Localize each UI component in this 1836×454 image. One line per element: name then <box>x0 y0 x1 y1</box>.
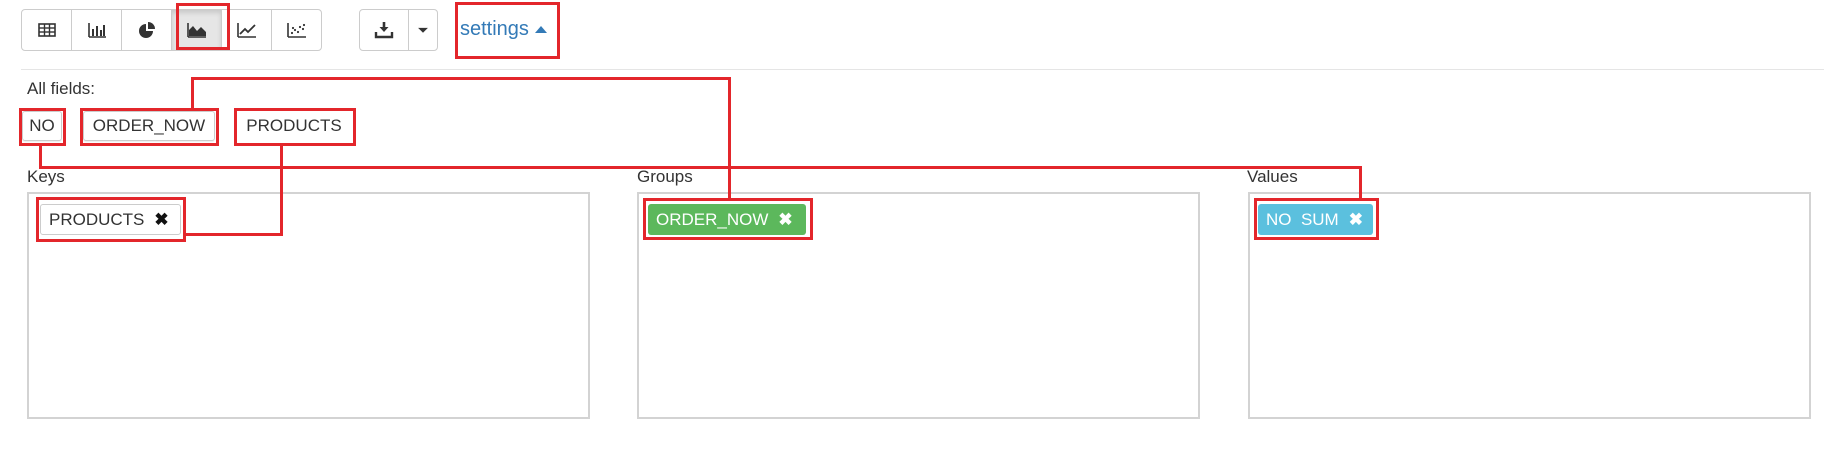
field-chip-label: NO <box>29 116 55 135</box>
caret-up-icon <box>534 26 547 33</box>
remove-icon[interactable]: ✖ <box>778 210 792 230</box>
field-chip-order-now[interactable]: ORDER_NOW <box>83 111 215 141</box>
scatter-chart-icon <box>286 23 306 38</box>
table-view-button[interactable] <box>21 9 72 51</box>
keys-pill-products[interactable]: PRODUCTS ✖ <box>40 204 181 235</box>
field-chip-label: PRODUCTS <box>246 116 342 135</box>
table-icon <box>37 23 56 37</box>
groups-pill-order-now[interactable]: ORDER_NOW ✖ <box>648 204 806 235</box>
settings-label: settings <box>460 18 529 40</box>
download-icon <box>374 22 394 39</box>
caret-down-icon <box>418 27 428 33</box>
download-button[interactable] <box>359 9 409 51</box>
pie-chart-icon <box>138 22 155 38</box>
pill-label: ORDER_NOW <box>656 209 769 229</box>
connector-line <box>728 77 731 199</box>
line-chart-icon <box>236 23 256 38</box>
connector-line <box>39 145 42 169</box>
download-button-group <box>359 9 438 51</box>
area-chart-button[interactable] <box>171 9 222 51</box>
connector-line <box>191 77 731 80</box>
scatter-chart-button[interactable] <box>271 9 322 51</box>
pill-label: NO SUM <box>1266 209 1339 229</box>
pill-label: PRODUCTS <box>49 209 145 229</box>
pie-chart-button[interactable] <box>121 9 172 51</box>
field-chip-label: ORDER_NOW <box>92 116 206 135</box>
line-chart-button[interactable] <box>221 9 272 51</box>
view-type-button-group <box>21 9 322 51</box>
keys-label: Keys <box>27 167 65 186</box>
divider <box>21 69 1824 70</box>
remove-icon[interactable]: ✖ <box>154 210 168 230</box>
values-label: Values <box>1247 167 1298 186</box>
groups-label: Groups <box>637 167 693 186</box>
field-chip-no[interactable]: NO <box>22 111 62 141</box>
field-chip-products[interactable]: PRODUCTS <box>238 111 350 141</box>
connector-line <box>191 77 194 111</box>
settings-toggle-link[interactable]: settings <box>460 18 547 41</box>
bar-chart-icon <box>87 23 106 38</box>
area-chart-icon <box>186 23 206 38</box>
connector-line <box>39 166 1362 169</box>
bar-chart-button[interactable] <box>71 9 122 51</box>
download-options-dropdown[interactable] <box>408 9 438 51</box>
remove-icon[interactable]: ✖ <box>1349 210 1363 230</box>
all-fields-label: All fields: <box>27 79 96 98</box>
values-pill-no-sum[interactable]: NO SUM ✖ <box>1258 204 1373 235</box>
